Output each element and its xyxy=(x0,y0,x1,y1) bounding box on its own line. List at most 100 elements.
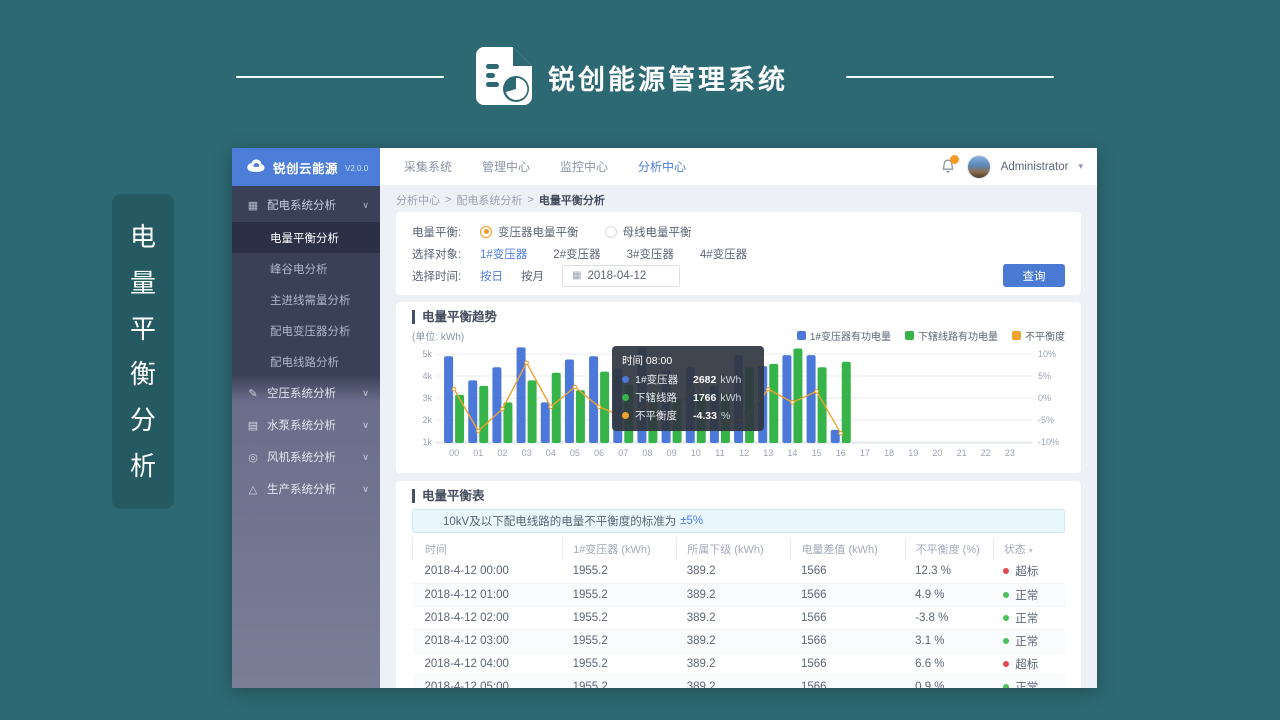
tooltip-series-dot xyxy=(622,394,629,401)
balance-radio-group: 变压器电量平衡 母线电量平衡 xyxy=(480,224,718,240)
cell-diff: 1566 xyxy=(791,629,905,652)
sidebar-item-active[interactable]: 电量平衡分析 xyxy=(232,222,380,253)
svg-text:17: 17 xyxy=(860,448,870,458)
app-window: 锐创云能源 V2.0.0 ▦配电系统分析∨电量平衡分析峰谷电分析主进线需量分析配… xyxy=(232,148,1097,688)
table-row: 2018-4-12 04:001955.2389.215666.6 %超标 xyxy=(413,652,1066,675)
top-nav-分析中心[interactable]: 分析中心 xyxy=(638,158,686,175)
cell-imbalance: 3.1 % xyxy=(905,629,993,652)
balance-type-row: 电量平衡: 变压器电量平衡母线电量平衡 xyxy=(412,222,1065,241)
object-row: 选择对象: 1#变压器 2#变压器 3#变压器 4#变压器 xyxy=(412,244,1065,263)
cloud-icon xyxy=(244,157,266,178)
app-logo[interactable]: 锐创云能源 V2.0.0 xyxy=(232,148,380,186)
column-header: 1#变压器 (kWh) xyxy=(563,538,677,560)
sidebar-item-link[interactable]: ◎风机系统分析∨ xyxy=(232,441,380,473)
object-option[interactable]: 3#变压器 xyxy=(627,246,674,262)
legend-item: 1#变压器有功电量 xyxy=(797,328,891,343)
cell-transformer: 1955.2 xyxy=(563,652,677,675)
status-badge: 正常 xyxy=(1003,679,1065,689)
time-label: 选择时间: xyxy=(412,268,480,284)
radio-label: 母线电量平衡 xyxy=(623,224,692,240)
side-label-char: 衡 xyxy=(130,361,156,387)
table-row: 2018-4-12 02:001955.2389.21566-3.8 %正常 xyxy=(413,606,1066,629)
svg-text:10: 10 xyxy=(691,448,701,458)
svg-text:-10%: -10% xyxy=(1038,437,1059,447)
svg-text:3k: 3k xyxy=(422,393,432,403)
trend-title: 电量平衡趋势 xyxy=(412,310,1065,324)
chart-legend: 1#变压器有功电量下辖线路有功电量不平衡度 xyxy=(797,328,1065,343)
object-label: 选择对象: xyxy=(412,246,480,262)
sidebar-item-label: 风机系统分析 xyxy=(267,449,336,465)
table-row: 2018-4-12 01:001955.2389.215664.9 %正常 xyxy=(413,583,1066,606)
top-nav-采集系统[interactable]: 采集系统 xyxy=(404,158,452,175)
time-mode-option[interactable]: 按月 xyxy=(521,268,544,284)
object-option[interactable]: 2#变压器 xyxy=(553,246,600,262)
tooltip-unit: kWh xyxy=(720,374,741,386)
sidebar-item-link[interactable]: △生产系统分析∨ xyxy=(232,473,380,505)
table-row: 2018-4-12 05:001955.2389.215660.9 %正常 xyxy=(413,675,1066,688)
status-badge: 正常 xyxy=(1003,610,1065,626)
avatar[interactable] xyxy=(967,155,991,179)
sidebar-item-link[interactable]: ▦配电系统分析∨ xyxy=(232,188,380,222)
sidebar-item-label: 水泵系统分析 xyxy=(267,417,336,433)
tooltip-row: 不平衡度-4.33% xyxy=(622,408,754,423)
date-picker[interactable]: ▦ 2018-04-12 xyxy=(562,265,680,287)
top-nav-管理中心[interactable]: 管理中心 xyxy=(482,158,530,175)
top-nav-监控中心[interactable]: 监控中心 xyxy=(560,158,608,175)
cell-status: 正常 xyxy=(993,583,1065,606)
cell-status: 正常 xyxy=(993,675,1065,688)
balance-radio[interactable]: 变压器电量平衡 xyxy=(480,224,579,240)
status-text: 正常 xyxy=(1015,679,1038,689)
status-text: 超标 xyxy=(1015,656,1038,672)
legend-label: 1#变压器有功电量 xyxy=(810,328,891,343)
cell-lower: 389.2 xyxy=(677,583,791,606)
cell-imbalance: 0.9 % xyxy=(905,675,993,688)
breadcrumb-separator: > xyxy=(445,194,451,206)
sidebar-item-link[interactable]: 配电变压器分析 xyxy=(232,315,380,346)
legend-item: 下辖线路有功电量 xyxy=(905,328,998,343)
cell-status: 正常 xyxy=(993,606,1065,629)
status-dot xyxy=(1003,684,1009,689)
column-header: 时间 xyxy=(413,538,563,560)
status-badge: 正常 xyxy=(1003,587,1065,603)
tooltip-value: -4.33 xyxy=(693,410,717,422)
sidebar-item-link[interactable]: ✎空压系统分析∨ xyxy=(232,377,380,409)
svg-text:-5%: -5% xyxy=(1038,415,1054,425)
cell-status: 正常 xyxy=(993,629,1065,652)
object-option[interactable]: 4#变压器 xyxy=(700,246,747,262)
sidebar-item-label: 配电系统分析 xyxy=(267,197,336,213)
sidebar-item-label: 峰谷电分析 xyxy=(270,261,328,277)
sidebar-item-link[interactable]: 峰谷电分析 xyxy=(232,253,380,284)
cell-lower: 389.2 xyxy=(677,560,791,583)
column-header[interactable]: 状态▾ xyxy=(993,538,1065,560)
query-button[interactable]: 查询 xyxy=(1003,264,1065,287)
svg-text:0%: 0% xyxy=(1038,393,1051,403)
sidebar-item-link[interactable]: 主进线需量分析 xyxy=(232,284,380,315)
legend-swatch xyxy=(1012,331,1021,340)
breadcrumb-item[interactable]: 分析中心 xyxy=(396,192,440,208)
cell-lower: 389.2 xyxy=(677,606,791,629)
cell-imbalance: 6.6 % xyxy=(905,652,993,675)
balance-radio[interactable]: 母线电量平衡 xyxy=(605,224,692,240)
main-column: 采集系统管理中心监控中心分析中心 Administrator ▾ 分析中 xyxy=(380,148,1097,688)
filter-panel: 电量平衡: 变压器电量平衡母线电量平衡 选择对象: 1#变压器2#变压器3#变压… xyxy=(396,212,1081,295)
time-mode-option[interactable]: 按日 xyxy=(480,268,503,284)
notification-bell-icon[interactable] xyxy=(939,158,957,176)
chevron-down-icon[interactable]: ▾ xyxy=(1078,161,1083,172)
object-option[interactable]: 1#变压器 xyxy=(480,246,527,262)
breadcrumb-item[interactable]: 配电系统分析 xyxy=(456,192,522,208)
status-badge: 超标 xyxy=(1003,563,1065,579)
svg-text:08: 08 xyxy=(642,448,652,458)
sidebar-item-link[interactable]: 配电线路分析 xyxy=(232,346,380,377)
cell-transformer: 1955.2 xyxy=(563,675,677,688)
app-logo-name: 锐创云能源 xyxy=(273,158,338,177)
calendar-icon: ▦ xyxy=(572,270,581,281)
status-dot xyxy=(1003,615,1009,621)
svg-text:07: 07 xyxy=(618,448,628,458)
radio-label: 变压器电量平衡 xyxy=(498,224,579,240)
chevron-down-icon: ∨ xyxy=(362,200,369,211)
sidebar-item-link[interactable]: ▤水泵系统分析∨ xyxy=(232,409,380,441)
svg-text:04: 04 xyxy=(546,448,556,458)
status-badge: 超标 xyxy=(1003,656,1065,672)
legend-swatch xyxy=(905,331,914,340)
legend-swatch xyxy=(797,331,806,340)
